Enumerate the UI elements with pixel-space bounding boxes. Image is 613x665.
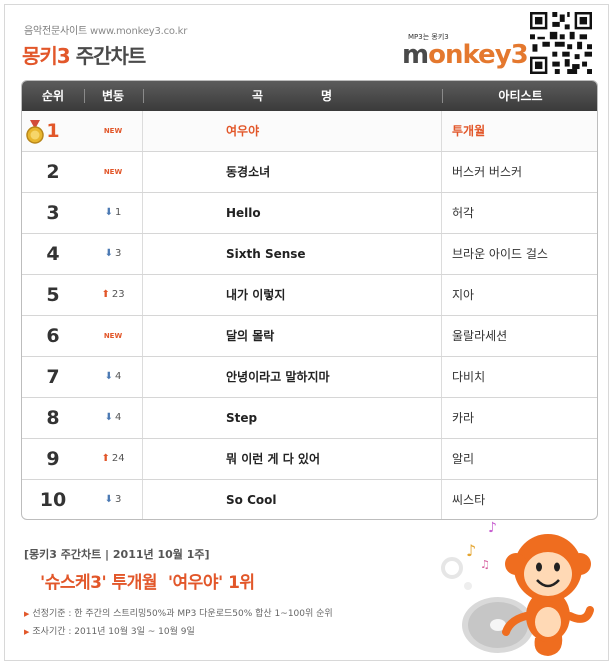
down-arrow-icon: ⬇: [104, 494, 113, 505]
change-amount: 4: [115, 371, 122, 382]
rank-change: ⬆ 24: [84, 439, 142, 479]
table-row[interactable]: 8 ⬇ 4 Step 카라: [22, 398, 597, 439]
artist-name[interactable]: 버스커 버스커: [442, 152, 597, 192]
new-badge: NEW: [103, 332, 123, 340]
rank-number: 4: [46, 243, 60, 265]
rank-number: 5: [46, 284, 60, 306]
svg-text:♫: ♫: [480, 558, 490, 571]
rank-number: 8: [46, 407, 60, 429]
rank-change: ⬆ 23: [84, 275, 142, 315]
song-title[interactable]: Step: [142, 398, 442, 438]
song-title[interactable]: Hello: [142, 193, 442, 233]
footer-chart-label: [몽키3 주간차트 | 2011년 10월 1주]: [24, 548, 210, 561]
new-badge: NEW: [103, 127, 123, 135]
table-header: 순위 변동 곡명 아티스트: [22, 81, 597, 111]
monkey3-logo[interactable]: MP3는 몽키3 monkey3: [402, 30, 529, 78]
table-row[interactable]: 10 ⬇ 3 So Cool 씨스타: [22, 480, 597, 519]
table-row[interactable]: 4 ⬇ 3 Sixth Sense 브라운 아이드 걸스: [22, 234, 597, 275]
qr-code-icon: [530, 12, 592, 74]
artist-name[interactable]: 다비치: [442, 357, 597, 397]
page-title: 몽키3 주간차트: [22, 40, 147, 69]
footer-headline: '슈스케3' 투개월 '여우야' 1위: [40, 573, 255, 593]
change-amount: 23: [111, 289, 125, 300]
change-amount: 4: [115, 412, 122, 423]
footer-note-period: ▶ 조사기간 : 2011년 10월 3일 ~ 10월 9일: [24, 624, 195, 637]
title-rest: 주간차트: [75, 44, 147, 68]
song-title[interactable]: 동경소녀: [142, 152, 442, 192]
weekly-chart-table: 순위 변동 곡명 아티스트 1 NEW 여우야 투개월 2 NEW 동경소녀 버스커 버스커 3…: [21, 80, 598, 520]
down-arrow-icon: ⬇: [104, 371, 113, 382]
table-row[interactable]: 3 ⬇ 1 Hello 허각: [22, 193, 597, 234]
table-row[interactable]: 6 NEW 달의 몰락 울랄라세션: [22, 316, 597, 357]
artist-name[interactable]: 알리: [442, 439, 597, 479]
up-arrow-icon: ⬆: [101, 453, 110, 464]
svg-text:♪: ♪: [488, 520, 497, 536]
rank-number: 9: [46, 448, 60, 470]
change-amount: 3: [115, 494, 122, 505]
table-row[interactable]: 1 NEW 여우야 투개월: [22, 111, 597, 152]
artist-name[interactable]: 씨스타: [442, 480, 597, 519]
bullet-icon: ▶: [24, 628, 30, 636]
site-label: 음악전문사이트: [24, 26, 87, 37]
artist-name[interactable]: 허각: [442, 193, 597, 233]
table-row[interactable]: 5 ⬆ 23 내가 이렇지 지아: [22, 275, 597, 316]
rank-number: 3: [46, 202, 60, 224]
rank-number: 7: [46, 366, 60, 388]
change-amount: 1: [115, 207, 122, 218]
note-criteria-text: 선정기준 : 한 주간의 스트리밍50%과 MP3 다운로드50% 합산 1~1…: [32, 609, 333, 619]
table-row[interactable]: 9 ⬆ 24 뭐 이런 게 다 있어 알리: [22, 439, 597, 480]
rank-change: NEW: [84, 111, 142, 151]
rank-change: NEW: [84, 152, 142, 192]
rank-change: NEW: [84, 316, 142, 356]
change-amount: 3: [115, 248, 122, 259]
column-header-song: 곡명: [251, 89, 391, 103]
svg-text:♪: ♪: [466, 541, 476, 560]
logo-word-rest: onkey3: [428, 40, 529, 70]
change-amount: 24: [111, 453, 125, 464]
song-title[interactable]: Sixth Sense: [142, 234, 442, 274]
song-title[interactable]: 안녕이라고 말하지마: [142, 357, 442, 397]
song-title[interactable]: 달의 몰락: [142, 316, 442, 356]
up-arrow-icon: ⬆: [101, 289, 110, 300]
rank-number: 2: [46, 161, 60, 183]
logo-word-prefix: m: [402, 40, 429, 70]
rank-change: ⬇ 4: [84, 398, 142, 438]
new-badge: NEW: [103, 168, 123, 176]
rank-change: ⬇ 3: [84, 234, 142, 274]
bullet-icon: ▶: [24, 610, 30, 618]
table-body: 1 NEW 여우야 투개월 2 NEW 동경소녀 버스커 버스커 3 ⬇ 1 Hello 허각 4 ⬇ 3 Si…: [22, 111, 597, 519]
artist-name[interactable]: 브라운 아이드 걸스: [442, 234, 597, 274]
song-title[interactable]: 내가 이렇지: [142, 275, 442, 315]
down-arrow-icon: ⬇: [104, 412, 113, 423]
down-arrow-icon: ⬇: [104, 207, 113, 218]
artist-name[interactable]: 울랄라세션: [442, 316, 597, 356]
rank-change: ⬇ 1: [84, 193, 142, 233]
site-url[interactable]: www.monkey3.co.kr: [90, 26, 187, 37]
gold-medal-icon: [26, 120, 44, 144]
artist-name[interactable]: 카라: [442, 398, 597, 438]
rank-change: ⬇ 3: [84, 480, 142, 519]
down-arrow-icon: ⬇: [104, 248, 113, 259]
song-title[interactable]: 여우야: [142, 111, 442, 151]
column-header-change: 변동: [101, 89, 125, 103]
logo-wordmark: monkey3: [402, 40, 529, 70]
column-header-artist: 아티스트: [498, 89, 543, 103]
column-header-rank: 순위: [41, 89, 65, 103]
song-title[interactable]: So Cool: [142, 480, 442, 519]
site-subtitle: 음악전문사이트 www.monkey3.co.kr: [24, 22, 187, 37]
song-title[interactable]: 뭐 이런 게 다 있어: [142, 439, 442, 479]
table-row[interactable]: 7 ⬇ 4 안녕이라고 말하지마 다비치: [22, 357, 597, 398]
artist-name[interactable]: 지아: [442, 275, 597, 315]
rank-number: 6: [46, 325, 60, 347]
monkey-mascot-icon: ♪ ♪ ♫: [441, 520, 594, 656]
note-period-text: 조사기간 : 2011년 10월 3일 ~ 10월 9일: [32, 627, 195, 637]
table-row[interactable]: 2 NEW 동경소녀 버스커 버스커: [22, 152, 597, 193]
artist-name[interactable]: 투개월: [442, 111, 597, 151]
rank-change: ⬇ 4: [84, 357, 142, 397]
footer-note-criteria: ▶ 선정기준 : 한 주간의 스트리밍50%과 MP3 다운로드50% 합산 1~…: [24, 606, 333, 619]
title-brand: 몽키3: [22, 44, 71, 68]
rank-number: 10: [39, 489, 67, 511]
